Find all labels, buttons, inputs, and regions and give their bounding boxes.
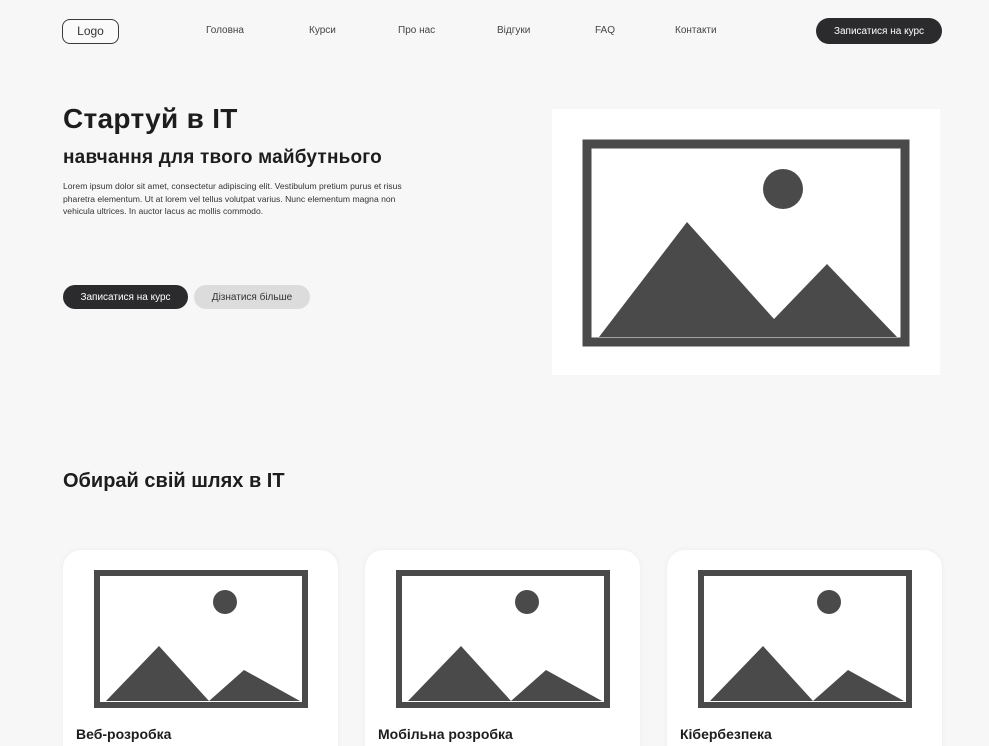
course-card-title: Кібербезпека: [680, 726, 772, 742]
image-placeholder-icon: [582, 139, 910, 347]
hero-image: [552, 109, 940, 375]
course-card-security[interactable]: Кібербезпека: [667, 550, 942, 746]
nav-contacts[interactable]: Контакти: [675, 25, 717, 36]
nav-courses[interactable]: Курси: [309, 25, 336, 36]
course-card-mobile[interactable]: Мобільна розробка: [365, 550, 640, 746]
hero-description: Lorem ipsum dolor sit amet, consectetur …: [63, 181, 402, 216]
nav-reviews[interactable]: Відгуки: [497, 25, 530, 36]
hero-enroll-button[interactable]: Записатися на курс: [63, 285, 188, 309]
hero-subtitle: навчання для твого майбутнього: [63, 147, 382, 168]
image-placeholder-icon: [94, 570, 308, 708]
nav-faq[interactable]: FAQ: [595, 25, 615, 36]
course-card-title: Веб-розробка: [76, 726, 172, 742]
hero-title: Стартуй в IT: [63, 103, 238, 134]
courses-section-title: Обирай свій шлях в IT: [63, 470, 285, 492]
logo[interactable]: Logo: [62, 19, 119, 44]
header-enroll-button[interactable]: Записатися на курс: [816, 18, 942, 44]
nav-home[interactable]: Головна: [206, 25, 244, 36]
image-placeholder-icon: [396, 570, 610, 708]
nav-about[interactable]: Про нас: [398, 25, 435, 36]
course-card-title: Мобільна розробка: [378, 726, 513, 742]
learn-more-button[interactable]: Дізнатися більше: [194, 285, 310, 309]
image-placeholder-icon: [698, 570, 912, 708]
course-card-web[interactable]: Веб-розробка: [63, 550, 338, 746]
